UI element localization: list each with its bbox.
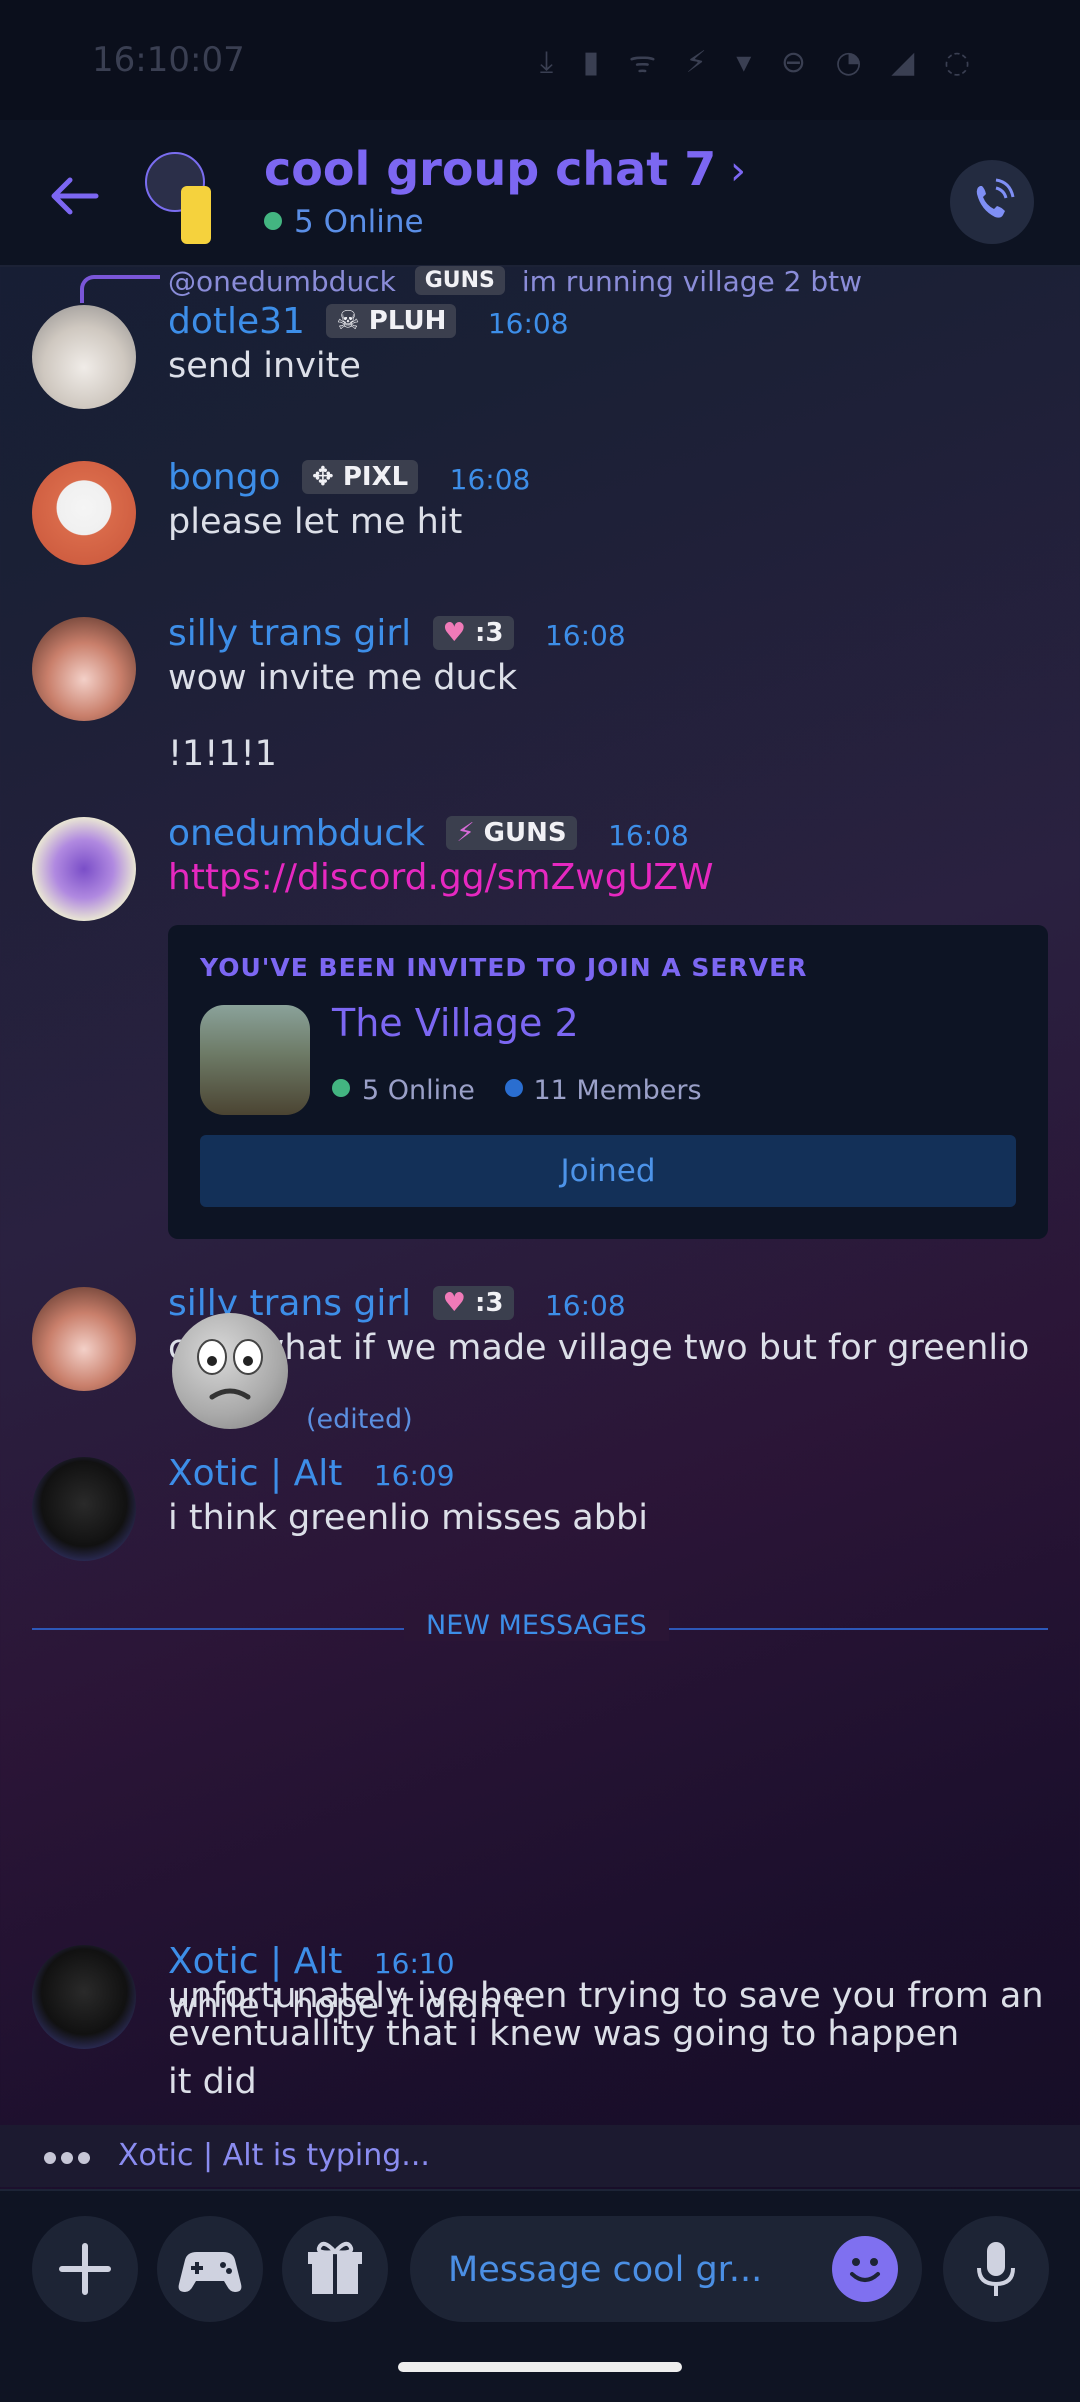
user-tag-badge: ⚡ GUNS [446, 816, 577, 850]
message-text: i think greenlio misses abbi [168, 1498, 648, 1538]
user-tag-badge: ☠ PLUH [326, 304, 457, 338]
username[interactable]: bongo [168, 457, 281, 498]
message-list[interactable]: @onedumbduck GUNS im running village 2 b… [0, 265, 1080, 2125]
chat-header: cool group chat 7 › 5 Online [0, 120, 1080, 267]
online-dot-icon [332, 1079, 350, 1097]
username[interactable]: onedumbduck [168, 813, 425, 854]
gamepad-icon [178, 2252, 242, 2292]
message-text: chat what if we made village two but for… [168, 1328, 1030, 1368]
add-attachment-button[interactable] [32, 2216, 138, 2322]
gift-button[interactable] [282, 2216, 388, 2322]
status-time: 16:10:07 [92, 40, 245, 80]
message-text: wow invite me duck [168, 658, 518, 698]
server-icon[interactable] [200, 1005, 310, 1115]
username[interactable]: Xotic | Alt [168, 1941, 342, 1982]
chat-title[interactable]: cool group chat 7 [264, 142, 716, 196]
message-text: while i hope it didn't [168, 1986, 525, 2026]
username[interactable]: dotle31 [168, 301, 305, 342]
server-stats: 5 Online 11 Members [332, 1075, 702, 1106]
group-avatar[interactable] [145, 152, 217, 244]
message-text: !1!1!1 [168, 734, 277, 774]
invite-header: YOU'VE BEEN INVITED TO JOIN A SERVER [200, 953, 808, 982]
user-avatar[interactable] [32, 461, 136, 565]
user-tag-badge: ♥ :3 [432, 616, 514, 650]
user-avatar[interactable] [32, 1287, 136, 1391]
timestamp: 16:09 [373, 1459, 455, 1492]
typing-indicator: Xotic | Alt is typing... [0, 2125, 1080, 2187]
microphone-icon [977, 2242, 1015, 2296]
reply-preview[interactable]: @onedumbduck GUNS im running village 2 b… [168, 265, 862, 298]
new-messages-label: NEW MESSAGES [404, 1610, 669, 1641]
server-invite-card: YOU'VE BEEN INVITED TO JOIN A SERVER The… [168, 925, 1048, 1239]
chevron-right-icon[interactable]: › [730, 148, 746, 194]
edited-label: (edited) [306, 1404, 413, 1435]
call-button[interactable] [950, 160, 1034, 244]
status-icons: ⤓ ▮ ᯤ ⚡ ▾ ⊖ ◔ ◢ ◌ [539, 45, 980, 80]
back-arrow-icon[interactable] [46, 168, 102, 224]
user-tag-badge: ♥ :3 [432, 1286, 514, 1320]
timestamp: 16:08 [487, 307, 569, 340]
username[interactable]: silly trans girl [168, 613, 411, 654]
reply-connector [80, 275, 160, 303]
user-avatar[interactable] [32, 305, 136, 409]
message-text: send invite [168, 346, 361, 386]
smiley-icon [850, 2258, 880, 2282]
activities-button[interactable] [157, 2216, 263, 2322]
timestamp: 16:08 [449, 463, 531, 496]
plus-icon [59, 2243, 111, 2295]
home-indicator[interactable] [398, 2362, 682, 2372]
user-avatar[interactable] [32, 1945, 136, 2049]
phone-icon [976, 178, 1015, 218]
timestamp: 16:08 [544, 619, 626, 652]
worried-face-emoji-icon [172, 1313, 288, 1429]
members-dot-icon [505, 1079, 524, 1097]
typing-text: Xotic | Alt is typing... [118, 2138, 430, 2173]
voice-message-button[interactable] [943, 2216, 1049, 2322]
timestamp: 16:08 [544, 1289, 626, 1322]
timestamp: 16:08 [608, 819, 689, 852]
user-avatar[interactable] [32, 817, 136, 921]
username[interactable]: Xotic | Alt [168, 1453, 342, 1494]
online-dot-icon [264, 212, 282, 230]
user-avatar[interactable] [32, 617, 136, 721]
message-input-container[interactable] [410, 2216, 922, 2322]
message-text: it did [168, 2062, 257, 2102]
invite-link[interactable]: https://discord.gg/smZwgUZW [168, 859, 1048, 897]
status-bar: 16:10:07 ⤓ ▮ ᯤ ⚡ ▾ ⊖ ◔ ◢ ◌ [0, 0, 1080, 120]
gift-icon [308, 2241, 362, 2294]
joined-button[interactable]: Joined [200, 1135, 1016, 1207]
message-text: please let me hit [168, 502, 463, 542]
message-input[interactable] [446, 2234, 810, 2306]
emoji-button[interactable] [832, 2236, 898, 2302]
typing-dots-icon [44, 2149, 95, 2168]
user-avatar[interactable] [32, 1457, 136, 1561]
timestamp: 16:10 [373, 1947, 455, 1980]
online-count: 5 Online [264, 204, 424, 240]
user-tag-badge: ✥ PIXL [302, 460, 419, 494]
server-name[interactable]: The Village 2 [332, 1001, 579, 1045]
